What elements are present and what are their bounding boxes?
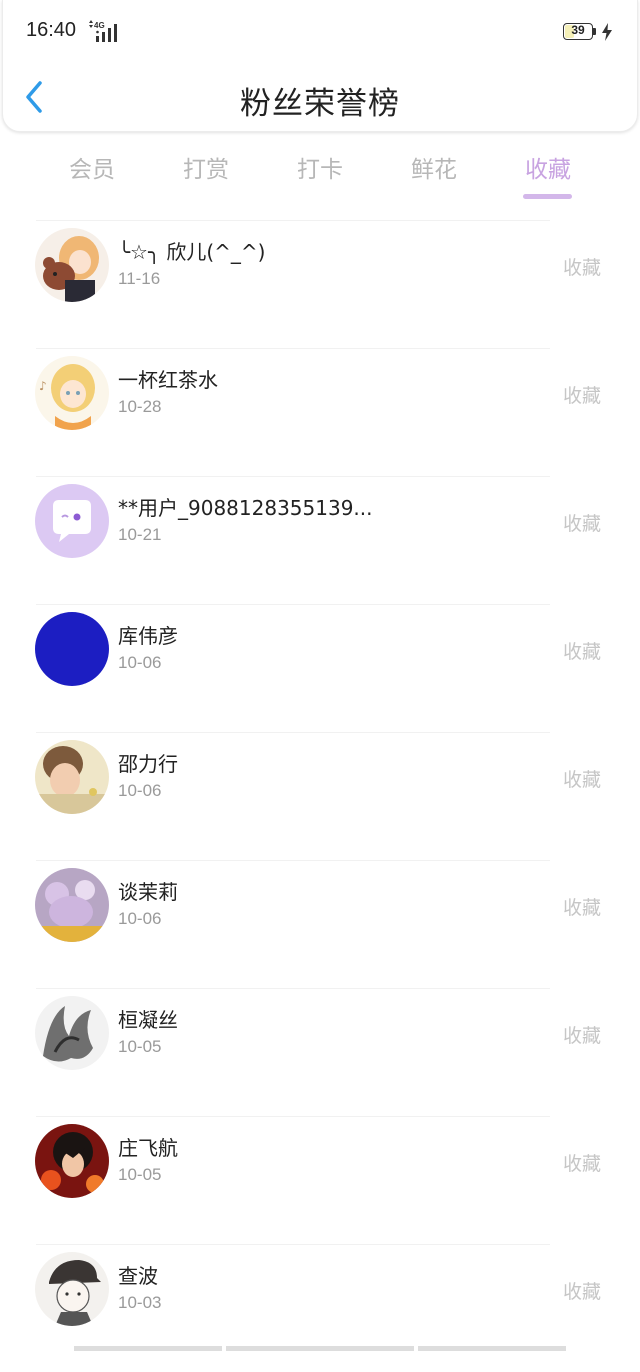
active-tab-indicator: [523, 194, 572, 199]
cap-boy-avatar: [35, 1252, 109, 1326]
fan-name: 库伟彦: [118, 624, 178, 648]
tab-checkin[interactable]: 打卡: [263, 150, 377, 184]
anime-blonde-avatar: ♪: [35, 356, 109, 430]
tab-favorites[interactable]: 收藏: [491, 150, 605, 184]
signal-4g-icon: 4G: [89, 20, 117, 42]
fan-date: 10-06: [118, 653, 162, 672]
favorite-action[interactable]: 收藏: [563, 509, 601, 536]
favorite-action[interactable]: 收藏: [563, 1149, 601, 1176]
list-item[interactable]: 邵力行 10-06 收藏: [0, 732, 640, 860]
fan-date: 10-06: [118, 909, 162, 928]
fan-date: 10-28: [118, 397, 162, 416]
list-item[interactable]: 库伟彦 10-06 收藏: [0, 604, 640, 732]
svg-text:♪: ♪: [39, 379, 47, 393]
list-item[interactable]: **用户_9088128355139... 10-21 收藏: [0, 476, 640, 604]
list-item[interactable]: 谈茉莉 10-06 收藏: [0, 860, 640, 988]
fan-name: 桓凝丝: [118, 1008, 178, 1032]
fan-date: 10-05: [118, 1037, 162, 1056]
list-item[interactable]: 桓凝丝 10-05 收藏: [0, 988, 640, 1116]
fan-date: 10-03: [118, 1293, 162, 1312]
plush-toy-avatar: [35, 868, 109, 942]
chat-bubble-avatar: [35, 484, 109, 558]
fan-name: 邵力行: [118, 752, 178, 776]
fan-list: ╰☆╮ 欣儿(^_^) 11-16 收藏 ♪ 一杯红茶水 10-28 收藏 **…: [0, 220, 640, 1372]
fan-date: 10-06: [118, 781, 162, 800]
charging-bolt-icon: [602, 23, 612, 41]
ink-sketch-avatar: [35, 996, 109, 1070]
fan-name: 谈茉莉: [118, 880, 178, 904]
list-item[interactable]: ♪ 一杯红茶水 10-28 收藏: [0, 348, 640, 476]
favorite-action[interactable]: 收藏: [563, 1277, 601, 1304]
child-photo-avatar: [35, 740, 109, 814]
battery-level: 39: [571, 23, 585, 37]
fan-name: 查波: [118, 1264, 158, 1288]
fan-date: 10-21: [118, 525, 162, 544]
fan-name: 一杯红茶水: [118, 368, 218, 392]
favorite-action[interactable]: 收藏: [563, 381, 601, 408]
page-title: 粉丝荣誉榜: [240, 86, 400, 122]
list-item[interactable]: 庄飞航 10-05 收藏: [0, 1116, 640, 1244]
list-item[interactable]: ╰☆╮ 欣儿(^_^) 11-16 收藏: [0, 220, 640, 348]
fan-date: 10-05: [118, 1165, 162, 1184]
tab-flowers[interactable]: 鲜花: [377, 150, 491, 184]
fan-name: ╰☆╮ 欣儿(^_^): [118, 240, 266, 264]
blue-circle-avatar: [35, 612, 109, 686]
battery-cap: [593, 28, 596, 35]
favorite-action[interactable]: 收藏: [563, 765, 601, 792]
anime-girl-teddy-avatar: [35, 228, 109, 302]
tab-bar: 会员 打赏 打卡 鲜花 收藏: [0, 140, 640, 206]
dark-hair-anime-avatar: [35, 1124, 109, 1198]
favorite-action[interactable]: 收藏: [563, 637, 601, 664]
tab-reward[interactable]: 打赏: [149, 150, 263, 184]
tab-member[interactable]: 会员: [35, 150, 149, 184]
favorite-action[interactable]: 收藏: [563, 893, 601, 920]
status-bar: 16:40 4G 39: [0, 0, 640, 64]
bottom-nav-hint: [74, 1346, 566, 1351]
nav-bar: 粉丝荣誉榜: [0, 64, 640, 132]
list-item[interactable]: 查波 10-03 收藏: [0, 1244, 640, 1372]
favorite-action[interactable]: 收藏: [563, 1021, 601, 1048]
fan-date: 11-16: [118, 269, 161, 288]
svg-text:4G: 4G: [94, 21, 105, 30]
fan-name: 庄飞航: [118, 1136, 178, 1160]
favorite-action[interactable]: 收藏: [563, 253, 601, 280]
status-time: 16:40: [26, 19, 77, 41]
fan-name: **用户_9088128355139...: [118, 496, 373, 520]
